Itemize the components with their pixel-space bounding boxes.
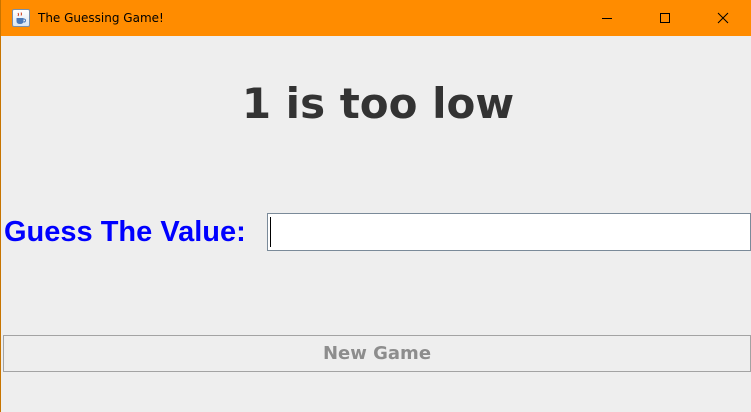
status-message: 1 is too low bbox=[241, 79, 515, 128]
minimize-icon bbox=[602, 18, 612, 19]
new-game-button[interactable]: New Game bbox=[3, 335, 751, 372]
guess-input[interactable] bbox=[267, 213, 751, 251]
window-title: The Guessing Game! bbox=[38, 11, 164, 25]
maximize-icon bbox=[660, 13, 670, 23]
close-button[interactable] bbox=[694, 0, 751, 36]
java-coffee-cup-icon[interactable] bbox=[12, 9, 30, 27]
text-caret bbox=[270, 217, 271, 247]
close-icon bbox=[717, 12, 729, 24]
minimize-button[interactable] bbox=[578, 0, 636, 36]
game-window: The Guessing Game! 1 is too low Guess Th… bbox=[0, 0, 751, 412]
guess-label: Guess The Value: bbox=[4, 216, 246, 248]
maximize-button[interactable] bbox=[636, 0, 694, 36]
title-bar[interactable]: The Guessing Game! bbox=[1, 0, 751, 36]
